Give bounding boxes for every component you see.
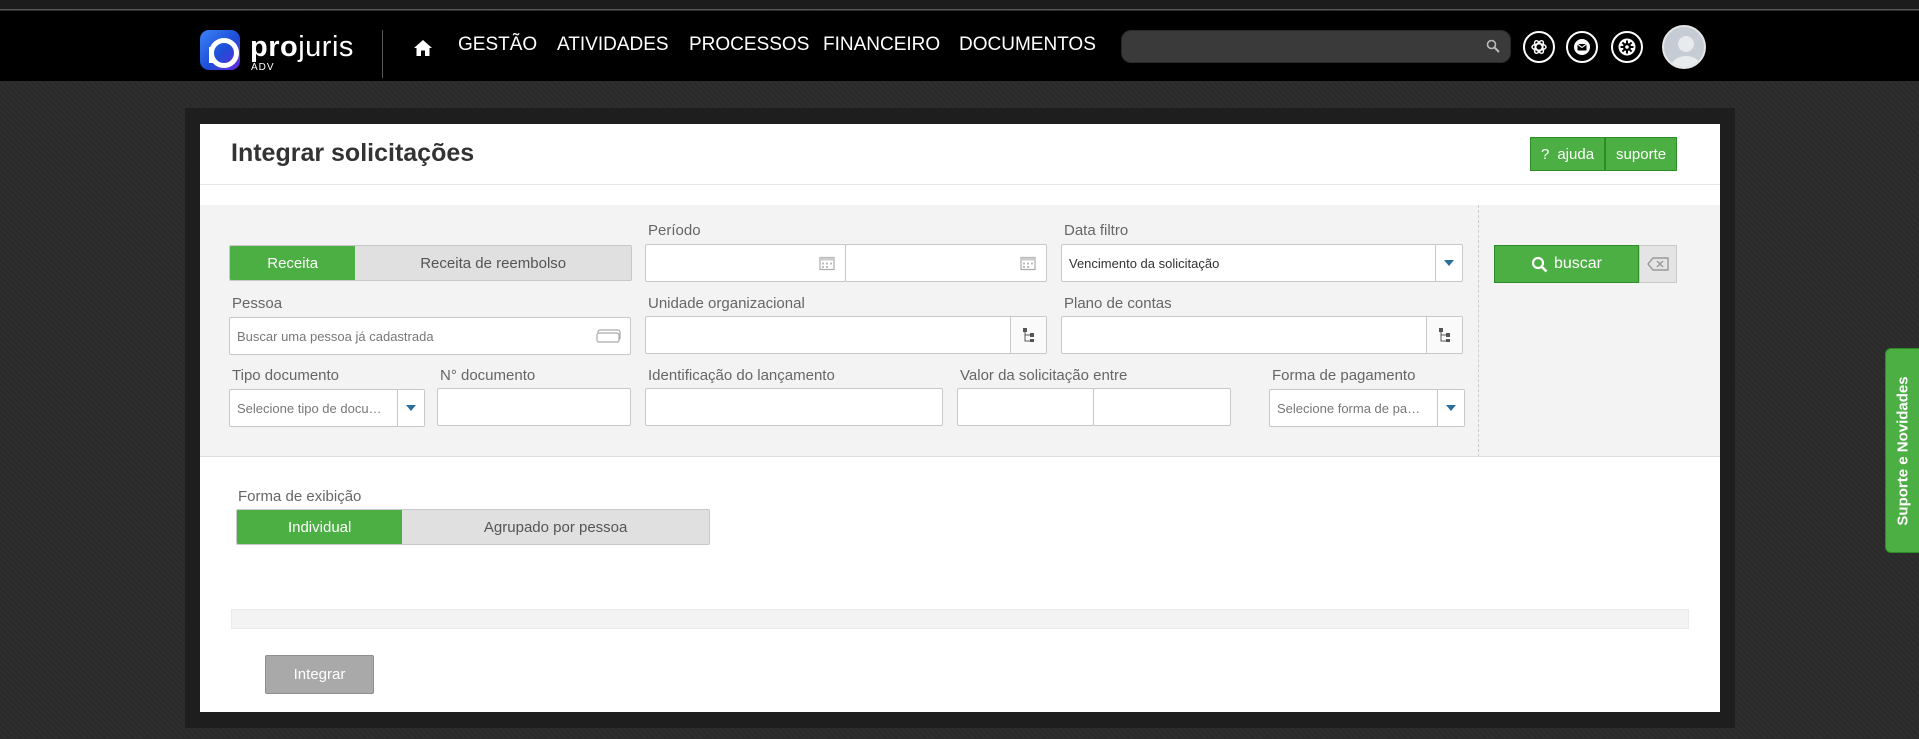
- forma-pagamento-value: Selecione forma de pa…: [1277, 401, 1421, 416]
- tipo-documento-label: Tipo documento: [232, 367, 340, 384]
- plano-input[interactable]: [1069, 325, 1419, 345]
- periodo-end-input[interactable]: [853, 253, 1003, 273]
- display-mode-label: Forma de exibição: [238, 488, 362, 505]
- nav-item-financeiro[interactable]: FINANCEIRO: [823, 34, 940, 56]
- pessoa-field[interactable]: [229, 317, 631, 355]
- nav-divider: [382, 30, 383, 78]
- logo-mark-icon: [200, 30, 240, 70]
- settings-icon[interactable]: [1611, 31, 1643, 63]
- pessoa-input[interactable]: [237, 326, 587, 346]
- help-buttons: ? ajuda suporte: [1530, 137, 1678, 171]
- forma-pagamento-label: Forma de pagamento: [1272, 367, 1416, 384]
- num-documento-label: N° documento: [440, 367, 536, 384]
- help-question-icon: ?: [1541, 145, 1550, 163]
- plano-label: Plano de contas: [1064, 295, 1172, 312]
- plano-field[interactable]: [1061, 316, 1463, 354]
- identificacao-input[interactable]: [653, 397, 933, 417]
- num-documento-field[interactable]: [437, 388, 631, 426]
- projuris-logo[interactable]: projuris ADV: [200, 29, 360, 73]
- id-card-icon[interactable]: [596, 329, 622, 343]
- valor-label: Valor da solicitação entre: [960, 367, 1128, 384]
- calendar-icon[interactable]: [819, 255, 835, 271]
- search-icon[interactable]: [1486, 39, 1500, 53]
- page-title: Integrar solicitações: [231, 139, 475, 167]
- results-table-header: [231, 609, 1689, 629]
- search-icon: [1531, 256, 1548, 272]
- unidade-field[interactable]: [645, 316, 1047, 354]
- title-divider: [200, 184, 1720, 185]
- num-documento-input[interactable]: [445, 397, 623, 417]
- periodo-end-field[interactable]: [845, 244, 1047, 282]
- mail-icon[interactable]: [1566, 31, 1598, 63]
- data-filtro-label: Data filtro: [1064, 222, 1129, 239]
- unidade-label: Unidade organizacional: [648, 295, 805, 312]
- search-button[interactable]: buscar: [1494, 245, 1639, 283]
- valor-min-input[interactable]: [965, 397, 1085, 417]
- valor-min-field[interactable]: [957, 388, 1094, 426]
- help-button[interactable]: ? ajuda: [1530, 137, 1606, 171]
- valor-max-field[interactable]: [1093, 388, 1231, 426]
- logo-name: projuris: [250, 31, 354, 63]
- search-button-label: buscar: [1553, 255, 1603, 272]
- openai-icon[interactable]: [1523, 31, 1555, 63]
- toggle-individual[interactable]: Individual: [237, 510, 403, 544]
- backspace-icon: [1647, 257, 1669, 271]
- integrar-button[interactable]: Integrar: [265, 655, 374, 694]
- support-news-label: Suporte e Novidades: [1894, 375, 1911, 526]
- avatar[interactable]: [1662, 25, 1706, 69]
- tipo-documento-select[interactable]: Selecione tipo de docu…: [229, 389, 425, 427]
- global-search: [1121, 30, 1511, 63]
- periodo-label: Período: [648, 222, 701, 239]
- toggle-receita[interactable]: Receita: [230, 246, 356, 280]
- display-mode-toggle: Individual Agrupado por pessoa: [236, 509, 710, 545]
- data-filtro-value: Vencimento da solicitação: [1069, 256, 1220, 271]
- window-top-strip: [0, 0, 1919, 10]
- chevron-down-icon[interactable]: [397, 390, 424, 426]
- nav-item-documentos[interactable]: DOCUMENTOS: [959, 34, 1096, 56]
- data-filtro-select[interactable]: Vencimento da solicitação: [1061, 244, 1463, 282]
- calendar-icon[interactable]: [1020, 255, 1036, 271]
- identificacao-label: Identificação do lançamento: [648, 367, 835, 384]
- filter-divider: [200, 456, 1720, 457]
- toggle-receita-reembolso[interactable]: Receita de reembolso: [355, 246, 631, 280]
- chevron-down-icon[interactable]: [1437, 390, 1464, 426]
- periodo-start-input[interactable]: [653, 253, 803, 273]
- support-news-tab[interactable]: Suporte e Novidades: [1885, 348, 1919, 553]
- filter-actions-panel: [1478, 205, 1720, 457]
- pessoa-label: Pessoa: [232, 295, 283, 312]
- tipo-documento-value: Selecione tipo de docu…: [237, 401, 382, 416]
- tree-icon[interactable]: [1426, 317, 1462, 353]
- clear-filters-button[interactable]: [1639, 245, 1677, 283]
- chevron-down-icon[interactable]: [1435, 245, 1462, 281]
- home-icon[interactable]: [413, 38, 433, 58]
- forma-pagamento-select[interactable]: Selecione forma de pa…: [1269, 389, 1465, 427]
- valor-max-input[interactable]: [1101, 397, 1221, 417]
- global-search-input[interactable]: [1132, 35, 1472, 59]
- top-navbar: projuris ADV GESTÃO ATIVIDADES PROCESSOS…: [0, 11, 1919, 81]
- nav-item-processos[interactable]: PROCESSOS: [689, 34, 809, 56]
- toggle-agrupado[interactable]: Agrupado por pessoa: [402, 510, 709, 544]
- logo-sub: ADV: [251, 62, 275, 73]
- identificacao-field[interactable]: [645, 388, 943, 426]
- unidade-input[interactable]: [653, 325, 1003, 345]
- periodo-start-field[interactable]: [645, 244, 846, 282]
- help-button-label: ajuda: [1557, 145, 1595, 163]
- nav-item-gestao[interactable]: GESTÃO: [458, 34, 537, 56]
- receita-type-toggle: Receita Receita de reembolso: [229, 245, 632, 281]
- support-button[interactable]: suporte: [1605, 137, 1678, 171]
- tree-icon[interactable]: [1010, 317, 1046, 353]
- nav-item-atividades[interactable]: ATIVIDADES: [557, 34, 669, 56]
